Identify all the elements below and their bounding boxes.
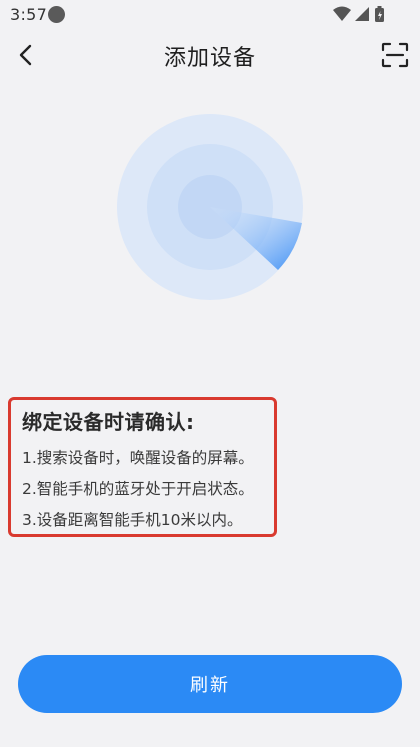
status-icons xyxy=(332,5,394,23)
refresh-button[interactable]: 刷新 xyxy=(18,655,402,713)
binding-tips-box: 绑定设备时请确认: 1.搜索设备时，唤醒设备的屏幕。 2.智能手机的蓝牙处于开启… xyxy=(8,397,277,537)
notification-dot-icon xyxy=(48,6,65,23)
refresh-button-label: 刷新 xyxy=(190,675,230,695)
battery-icon xyxy=(375,6,384,22)
tips-title: 绑定设备时请确认: xyxy=(22,410,195,434)
tips-item: 2.智能手机的蓝牙处于开启状态。 xyxy=(22,480,254,498)
wifi-icon xyxy=(333,6,351,21)
tips-item: 1.搜索设备时，唤醒设备的屏幕。 xyxy=(22,449,254,467)
radar-scanning-icon xyxy=(116,113,304,301)
app-bar: 添加设备 xyxy=(0,30,420,82)
tips-item: 3.设备距离智能手机10米以内。 xyxy=(22,511,243,529)
signal-icon xyxy=(355,7,369,21)
page-title: 添加设备 xyxy=(163,46,256,71)
scan-icon xyxy=(381,42,409,68)
status-bar: 3:57 xyxy=(0,0,420,30)
scan-button[interactable] xyxy=(380,40,410,70)
status-time: 3:57 xyxy=(10,5,48,24)
